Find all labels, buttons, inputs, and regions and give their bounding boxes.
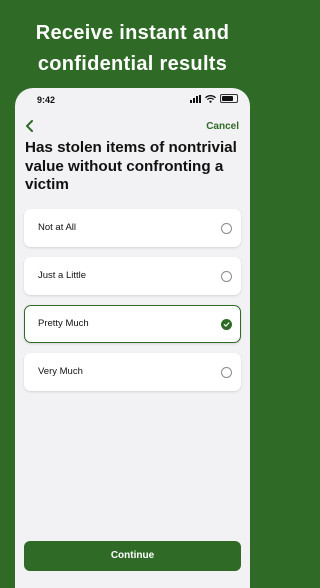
answer-options: Not at All Just a Little Pretty Much Ver… — [24, 209, 241, 401]
cancel-button[interactable]: Cancel — [206, 121, 239, 132]
option-label: Just a Little — [38, 270, 87, 281]
chevron-left-icon — [26, 120, 33, 132]
promo-headline: Receive instant and confidential results — [0, 18, 265, 80]
question-text: Has stolen items of nontrivial value wit… — [25, 139, 237, 193]
promo-headline-line2: confidential results — [37, 53, 228, 75]
status-time: 9:42 — [37, 95, 56, 105]
radio-empty-icon — [221, 223, 232, 234]
continue-button[interactable]: Continue — [24, 541, 241, 571]
option-very-much[interactable]: Very Much — [24, 353, 241, 391]
option-label: Not at All — [38, 222, 77, 233]
status-bar: 9:42 — [15, 88, 250, 114]
signal-icon — [190, 94, 201, 103]
status-icons — [190, 94, 238, 103]
radio-empty-icon — [221, 367, 232, 378]
radio-empty-icon — [221, 271, 232, 282]
back-button[interactable] — [23, 118, 37, 134]
option-not-at-all[interactable]: Not at All — [24, 209, 241, 247]
check-circle-icon — [221, 319, 232, 330]
option-pretty-much[interactable]: Pretty Much — [24, 305, 241, 343]
phone-screen: 9:42 Cancel Has stolen items of nontrivi… — [15, 88, 250, 588]
promo-headline-line1: Receive instant and — [35, 22, 230, 44]
battery-icon — [220, 94, 238, 103]
option-label: Very Much — [38, 366, 83, 377]
option-label: Pretty Much — [38, 318, 89, 329]
nav-bar: Cancel — [15, 116, 250, 136]
wifi-icon — [205, 94, 216, 103]
option-just-a-little[interactable]: Just a Little — [24, 257, 241, 295]
